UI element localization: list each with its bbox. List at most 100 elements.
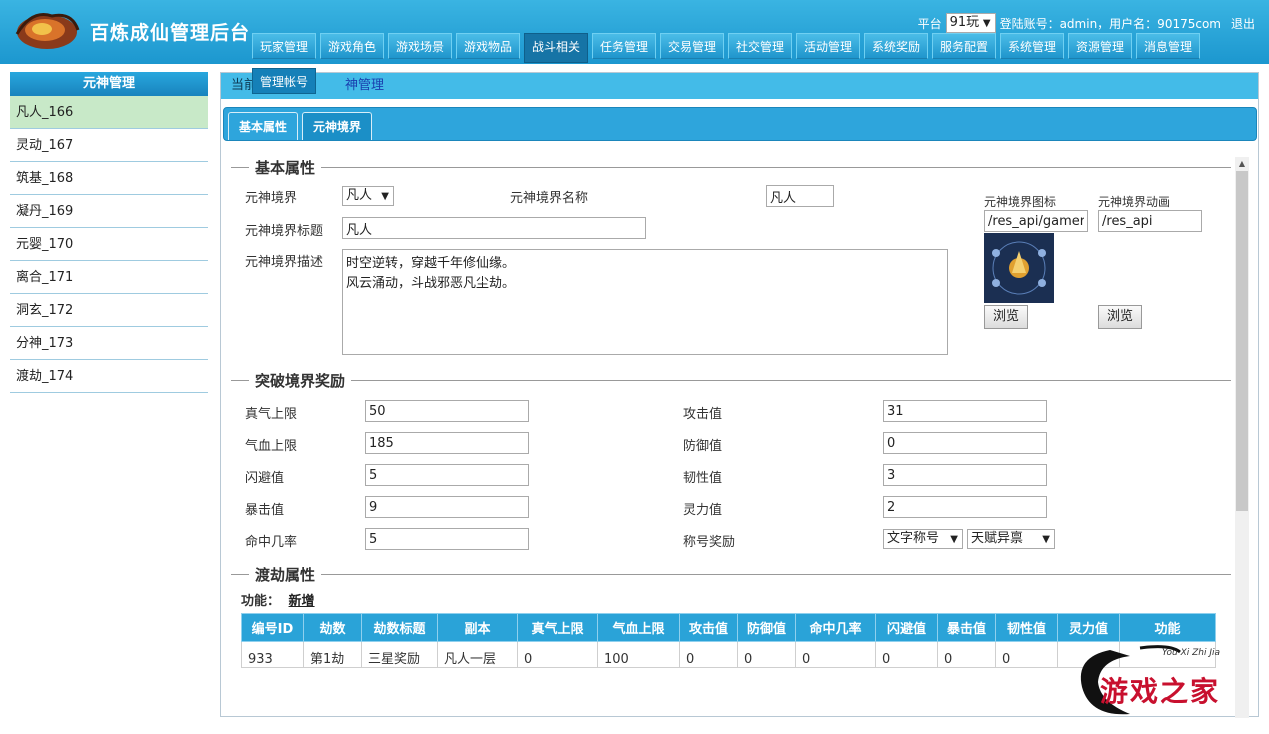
table-header-cell[interactable]: 气血上限: [597, 613, 680, 642]
nav-item-6[interactable]: 交易管理: [660, 33, 724, 59]
breakthrough-left-input[interactable]: [365, 496, 529, 518]
table-cell: 0: [737, 641, 796, 668]
breakthrough-left-input[interactable]: [365, 432, 529, 454]
tab-basic-attributes[interactable]: 基本属性: [228, 112, 299, 140]
sidebar-item[interactable]: 灵动_167: [10, 129, 208, 162]
tab-realm[interactable]: 元神境界: [302, 112, 373, 140]
breadcrumb-link[interactable]: 神管理: [345, 78, 384, 93]
table-header-cell[interactable]: 命中几率: [795, 613, 876, 642]
realm-name-input[interactable]: [766, 185, 834, 207]
breakthrough-left-input[interactable]: [365, 400, 529, 422]
table-cell: 凡人一层: [437, 641, 518, 668]
vertical-scrollbar[interactable]: ▲: [1235, 157, 1249, 718]
table-header-cell[interactable]: 韧性值: [995, 613, 1058, 642]
app-title: 百炼成仙管理后台: [90, 22, 251, 44]
title-type-select[interactable]: 文字称号 ▼: [883, 529, 963, 549]
breakthrough-right-input[interactable]: [883, 432, 1047, 454]
nav-item-2[interactable]: 游戏场景: [388, 33, 452, 59]
sidebar-item[interactable]: 元婴_170: [10, 228, 208, 261]
breakthrough-right-input[interactable]: [883, 464, 1047, 486]
section-breakthrough: 突破境界奖励: [231, 370, 1231, 391]
anim-path-input[interactable]: [1098, 210, 1202, 232]
section-breakthrough-title: 突破境界奖励: [255, 372, 346, 390]
sidebar-item[interactable]: 凡人_166: [10, 96, 208, 129]
breakthrough-left-label: 真气上限: [245, 407, 298, 422]
table-header-cell[interactable]: 防御值: [737, 613, 796, 642]
title-reward-label: 称号奖励: [683, 535, 736, 550]
tab-bar: 基本属性 元神境界: [223, 107, 1257, 141]
breakthrough-left-label: 气血上限: [245, 439, 298, 454]
sidebar-item[interactable]: 离合_171: [10, 261, 208, 294]
title-name-select[interactable]: 天赋异禀 ▼: [967, 529, 1055, 549]
section-tribulation-title: 渡劫属性: [255, 566, 316, 584]
browse-icon-button[interactable]: 浏览: [984, 305, 1028, 329]
nav-item-12[interactable]: 资源管理: [1068, 33, 1132, 59]
table-header-cell[interactable]: 暴击值: [937, 613, 996, 642]
nav-item-9[interactable]: 系统奖励: [864, 33, 928, 59]
sidebar-item[interactable]: 分神_173: [10, 327, 208, 360]
section-basic: 基本属性: [231, 157, 1231, 178]
sidebar-item[interactable]: 洞玄_172: [10, 294, 208, 327]
nav-item-10[interactable]: 服务配置: [932, 33, 996, 59]
chevron-down-icon: ▼: [381, 191, 389, 202]
sidebar-item[interactable]: 渡劫_174: [10, 360, 208, 393]
add-new-link[interactable]: 新增: [289, 594, 315, 609]
main-panel: 当前神管理 基本属性 元神境界 基本属性 元神境界 凡人 ▼ 元神境界名称 元神…: [220, 72, 1259, 718]
table-cell: 第1劫: [303, 641, 362, 668]
scroll-up-icon[interactable]: ▲: [1235, 157, 1249, 171]
breakthrough-right-label: 韧性值: [683, 471, 723, 486]
sidebar-item[interactable]: 筑基_168: [10, 162, 208, 195]
breakthrough-left-input[interactable]: [365, 464, 529, 486]
realm-select-value: 凡人: [346, 188, 373, 203]
nav-item-7[interactable]: 社交管理: [728, 33, 792, 59]
realm-title-label: 元神境界标题: [245, 224, 324, 239]
table-header-cell[interactable]: 闪避值: [875, 613, 938, 642]
table-header-cell[interactable]: 功能: [1119, 613, 1216, 642]
section-tribulation: 渡劫属性: [231, 564, 1231, 585]
chevron-down-icon: ▼: [1042, 534, 1050, 545]
watermark-subtext: You Xi Zhi Jia: [1162, 648, 1221, 658]
realm-desc-textarea[interactable]: 时空逆转，穿越千年修仙缘。 风云涌动，斗战邪恶凡尘劫。: [342, 249, 948, 355]
logout-link[interactable]: 退出: [1231, 15, 1255, 32]
nav-item-3[interactable]: 游戏物品: [456, 33, 520, 59]
user-info-bar: 平台 91玩 ▼ 登陆账号：admin，用户名：90175com 退出: [918, 13, 1255, 33]
nav-item-1[interactable]: 游戏角色: [320, 33, 384, 59]
realm-name-label: 元神境界名称: [510, 191, 589, 206]
table-header-cell[interactable]: 真气上限: [517, 613, 598, 642]
table-header-cell[interactable]: 劫数: [303, 613, 362, 642]
breakthrough-right-label: 攻击值: [683, 407, 723, 422]
nav-item-0[interactable]: 玩家管理: [252, 33, 316, 59]
nav-item-8[interactable]: 活动管理: [796, 33, 860, 59]
table-header-cell[interactable]: 副本: [437, 613, 518, 642]
scroll-thumb[interactable]: [1236, 171, 1248, 511]
breakthrough-left-input[interactable]: [365, 528, 529, 550]
platform-select[interactable]: 91玩 ▼: [945, 13, 996, 33]
platform-label: 平台: [917, 16, 942, 31]
browse-anim-button[interactable]: 浏览: [1098, 305, 1142, 329]
table-header-cell[interactable]: 攻击值: [679, 613, 738, 642]
table-cell: 0: [995, 641, 1058, 668]
anim-label: 元神境界动画: [1098, 195, 1171, 209]
nav-item-5[interactable]: 任务管理: [592, 33, 656, 59]
realm-title-input[interactable]: [342, 217, 646, 239]
table-header-cell[interactable]: 编号ID: [241, 613, 304, 642]
section-basic-title: 基本属性: [255, 159, 316, 177]
logo-icon: [15, 13, 80, 49]
icon-path-input[interactable]: [984, 210, 1088, 232]
breakthrough-right-label: 灵力值: [683, 503, 723, 518]
table-header-cell[interactable]: 劫数标题: [361, 613, 438, 642]
table-cell: 0: [517, 641, 598, 668]
nav-item-11[interactable]: 系统管理: [1000, 33, 1064, 59]
platform-select-value: 91玩: [949, 15, 980, 30]
function-bar: 功能： 新增: [241, 590, 315, 609]
dropdown-item-manage-account[interactable]: 管理帐号: [252, 68, 316, 94]
breakthrough-left-label: 闪避值: [245, 471, 285, 486]
sidebar-item[interactable]: 凝丹_169: [10, 195, 208, 228]
breakthrough-right-input[interactable]: [883, 400, 1047, 422]
nav-item-13[interactable]: 消息管理: [1136, 33, 1200, 59]
nav-item-4[interactable]: 战斗相关: [524, 33, 588, 63]
realm-select[interactable]: 凡人 ▼: [342, 186, 394, 206]
table-header-cell[interactable]: 灵力值: [1057, 613, 1120, 642]
breakthrough-right-input[interactable]: [883, 496, 1047, 518]
breadcrumb: 当前 神管理: [221, 73, 1258, 99]
